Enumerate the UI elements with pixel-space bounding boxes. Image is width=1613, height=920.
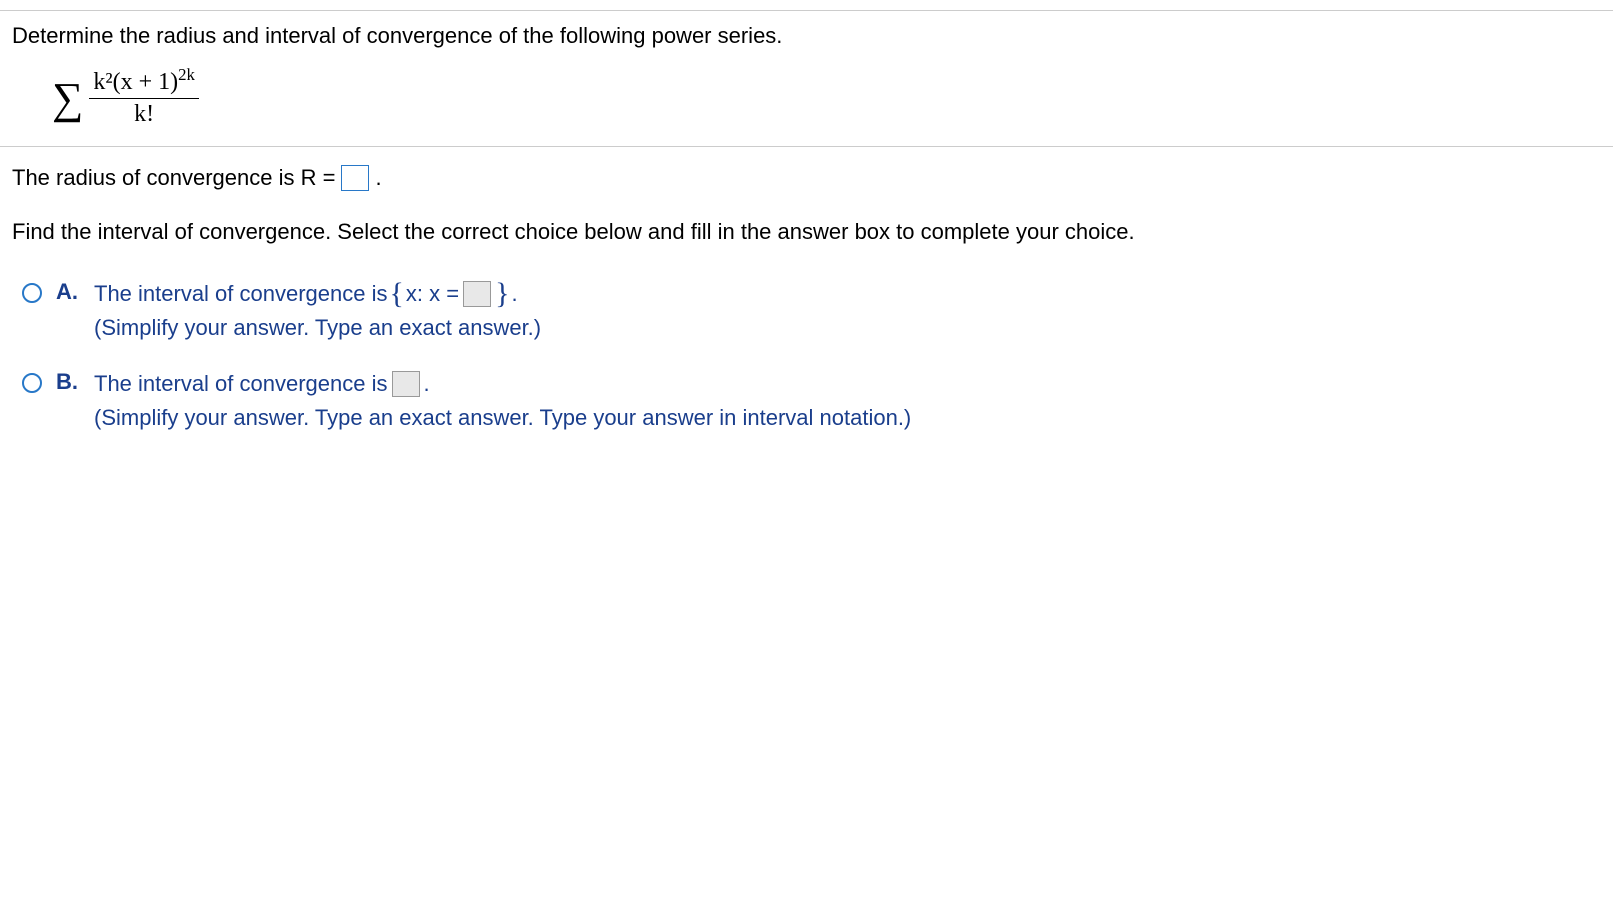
choice-a-hint: (Simplify your answer. Type an exact ans… bbox=[94, 311, 541, 345]
sigma-symbol: ∑ bbox=[52, 77, 83, 121]
choice-a-radio[interactable] bbox=[22, 283, 42, 303]
choice-b-text-before: The interval of convergence is bbox=[94, 367, 388, 401]
choice-b-label: B. bbox=[56, 369, 80, 395]
power-series-formula: ∑ k²(x + 1)2k k! bbox=[52, 69, 1601, 128]
question-section: Determine the radius and interval of con… bbox=[0, 11, 1613, 147]
radius-text-before: The radius of convergence is R = bbox=[12, 165, 335, 191]
question-prompt: Determine the radius and interval of con… bbox=[12, 23, 1601, 49]
choice-a-inner-before: x: x = bbox=[406, 277, 459, 311]
choice-b-content: The interval of convergence is . (Simpli… bbox=[94, 367, 911, 435]
fraction-denominator: k! bbox=[134, 99, 154, 128]
choice-b-row: B. The interval of convergence is . (Sim… bbox=[22, 367, 1601, 435]
choice-a-row: A. The interval of convergence is { x: x… bbox=[22, 277, 1601, 345]
interval-prompt: Find the interval of convergence. Select… bbox=[12, 219, 1601, 245]
choice-a-label: A. bbox=[56, 279, 80, 305]
answer-section: The radius of convergence is R = . Find … bbox=[0, 147, 1613, 475]
choice-b-radio-wrap bbox=[22, 373, 42, 399]
choice-b-hint: (Simplify your answer. Type an exact ans… bbox=[94, 401, 911, 435]
choice-a-text-before: The interval of convergence is bbox=[94, 277, 388, 311]
fraction: k²(x + 1)2k k! bbox=[89, 69, 199, 128]
choice-a-input[interactable] bbox=[463, 281, 491, 307]
choice-a-content: The interval of convergence is { x: x = … bbox=[94, 277, 541, 345]
radius-line: The radius of convergence is R = . bbox=[12, 165, 1601, 191]
choice-b-input[interactable] bbox=[392, 371, 420, 397]
choice-b-radio[interactable] bbox=[22, 373, 42, 393]
radius-text-after: . bbox=[375, 165, 381, 191]
choice-b-line1: The interval of convergence is . bbox=[94, 367, 911, 401]
choice-a-radio-wrap bbox=[22, 283, 42, 309]
choice-b-text-after: . bbox=[424, 367, 430, 401]
choice-a-line1: The interval of convergence is { x: x = … bbox=[94, 277, 541, 311]
brace-close: } bbox=[495, 282, 509, 306]
brace-open: { bbox=[390, 282, 404, 306]
fraction-numerator: k²(x + 1)2k bbox=[89, 69, 199, 99]
radius-input[interactable] bbox=[341, 165, 369, 191]
choice-a-text-after: . bbox=[512, 277, 518, 311]
